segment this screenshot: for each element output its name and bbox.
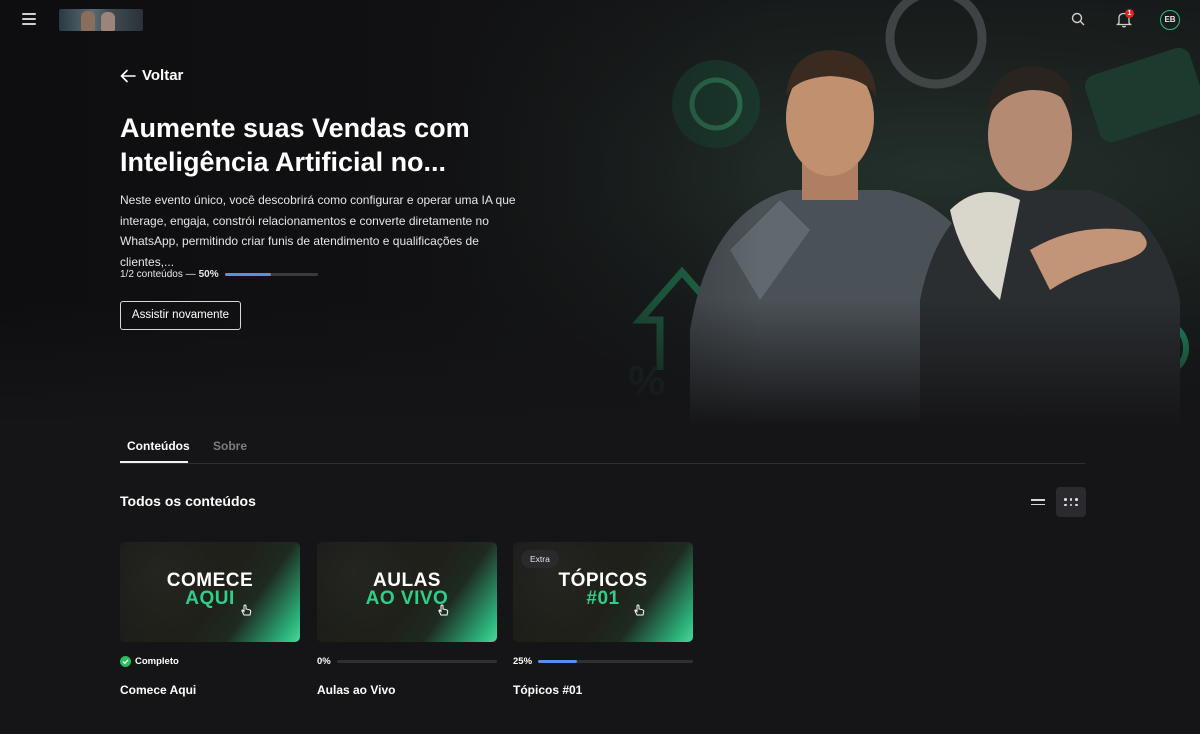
card-thumbnail[interactable]: COMECE AQUI bbox=[120, 542, 300, 642]
status-label: 0% bbox=[317, 656, 331, 667]
progress-bar bbox=[224, 273, 318, 276]
extra-badge: Extra bbox=[521, 550, 559, 568]
course-description: Neste evento único, você descobrirá como… bbox=[120, 193, 516, 269]
content-tabs: Conteúdos Sobre bbox=[120, 436, 1085, 464]
card-status: Completo bbox=[120, 656, 300, 667]
card-progress-bar bbox=[538, 660, 693, 663]
thumbnail-line-2: AO VIVO bbox=[365, 588, 449, 609]
search-icon[interactable] bbox=[1071, 12, 1085, 26]
content-card[interactable]: AULAS AO VIVO 0% Aulas ao Vivo bbox=[317, 542, 497, 697]
progress-text: 1/2 conteúdos — bbox=[120, 269, 196, 280]
pointer-hand-icon bbox=[634, 604, 645, 616]
content-card[interactable]: COMECE AQUI Completo Comece Aqui bbox=[120, 542, 300, 697]
back-label: Voltar bbox=[142, 67, 184, 84]
course-page: % 1 EB bbox=[0, 0, 1200, 734]
card-title[interactable]: Tópicos #01 bbox=[513, 683, 582, 697]
progress-bar-fill bbox=[224, 273, 272, 276]
rewatch-button[interactable]: Assistir novamente bbox=[120, 301, 241, 330]
status-label: Completo bbox=[135, 656, 179, 667]
thumbnail-line-2: #01 bbox=[586, 588, 620, 609]
card-title[interactable]: Comece Aqui bbox=[120, 683, 196, 697]
check-circle-icon bbox=[120, 656, 131, 667]
card-status: 25% bbox=[513, 656, 693, 667]
hamburger-menu-icon[interactable] bbox=[22, 13, 36, 25]
tab-sobre[interactable]: Sobre bbox=[213, 439, 247, 453]
course-title: Aumente suas Vendas com Inteligência Art… bbox=[120, 113, 470, 177]
card-progress-fill bbox=[538, 660, 577, 663]
card-thumbnail[interactable]: AULAS AO VIVO bbox=[317, 542, 497, 642]
content-card[interactable]: Extra TÓPICOS #01 25% Tópicos #01 bbox=[513, 542, 693, 697]
user-avatar[interactable]: EB bbox=[1160, 10, 1180, 30]
card-status: 0% bbox=[317, 656, 497, 667]
card-thumbnail[interactable]: Extra TÓPICOS #01 bbox=[513, 542, 693, 642]
card-title[interactable]: Aulas ao Vivo bbox=[317, 683, 395, 697]
active-tab-indicator bbox=[120, 461, 188, 463]
list-view-icon[interactable] bbox=[1024, 488, 1052, 516]
thumbnail-line-2: AQUI bbox=[185, 588, 235, 609]
pointer-hand-icon bbox=[438, 604, 449, 616]
status-label: 25% bbox=[513, 656, 533, 667]
arrow-left-icon bbox=[120, 69, 136, 82]
notification-badge: 1 bbox=[1125, 9, 1134, 18]
top-bar: 1 EB bbox=[0, 0, 1200, 40]
section-title: Todos os conteúdos bbox=[120, 493, 256, 509]
card-progress-bar bbox=[336, 660, 497, 663]
pointer-hand-icon bbox=[241, 604, 252, 616]
course-logo-thumbnail[interactable] bbox=[59, 9, 143, 31]
tab-conteudos[interactable]: Conteúdos bbox=[127, 439, 190, 453]
back-link[interactable]: Voltar bbox=[120, 67, 183, 84]
course-progress: 1/2 conteúdos — 50% bbox=[120, 269, 318, 280]
progress-percent: 50% bbox=[198, 269, 219, 280]
grid-view-icon[interactable] bbox=[1056, 487, 1086, 517]
